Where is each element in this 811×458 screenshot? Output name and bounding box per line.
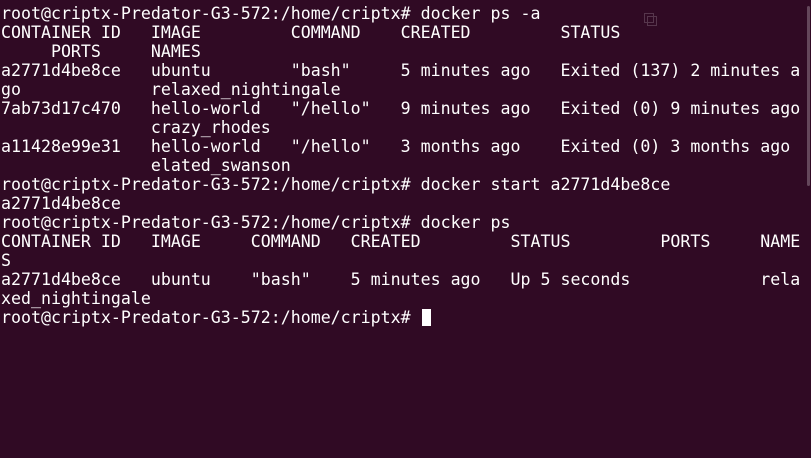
terminal-line-9: elated_swanson bbox=[1, 156, 291, 175]
terminal-line-12: root@criptx-Predator-G3-572:/home/criptx… bbox=[1, 213, 511, 232]
text-cursor bbox=[421, 309, 431, 326]
terminal-line-16: xed_nightingale bbox=[1, 289, 151, 308]
terminal-line-2: CONTAINER ID IMAGE COMMAND CREATED STATU… bbox=[1, 23, 621, 42]
terminal-prompt: root@criptx-Predator-G3-572:/home/criptx… bbox=[1, 308, 421, 327]
terminal-line-4: a2771d4be8ce ubuntu "bash" 5 minutes ago… bbox=[1, 61, 801, 80]
terminal-line-6: 7ab73d17c470 hello-world "/hello" 9 minu… bbox=[1, 99, 801, 118]
terminal-line-15: a2771d4be8ce ubuntu "bash" 5 minutes ago… bbox=[1, 270, 801, 289]
terminal-line-14: S bbox=[1, 251, 11, 270]
terminal-line-3: PORTS NAMES bbox=[1, 42, 201, 61]
scrollbar-thumb[interactable] bbox=[807, 6, 810, 186]
terminal-line-5: go relaxed_nightingale bbox=[1, 80, 341, 99]
terminal-line-10: root@criptx-Predator-G3-572:/home/criptx… bbox=[1, 175, 671, 194]
scrollbar[interactable] bbox=[807, 0, 811, 458]
terminal-line-7: crazy_rhodes bbox=[1, 118, 271, 137]
terminal-line-8: a11428e99e31 hello-world "/hello" 3 mont… bbox=[1, 137, 791, 156]
terminal-line-11: a2771d4be8ce bbox=[1, 194, 121, 213]
terminal-line-13: CONTAINER ID IMAGE COMMAND CREATED STATU… bbox=[1, 232, 801, 251]
terminal-line-1: root@criptx-Predator-G3-572:/home/criptx… bbox=[1, 4, 541, 23]
terminal-window[interactable]: root@criptx-Predator-G3-572:/home/criptx… bbox=[0, 0, 811, 458]
copy-icon bbox=[644, 13, 657, 26]
terminal-prompt-line[interactable]: root@criptx-Predator-G3-572:/home/criptx… bbox=[0, 308, 811, 327]
